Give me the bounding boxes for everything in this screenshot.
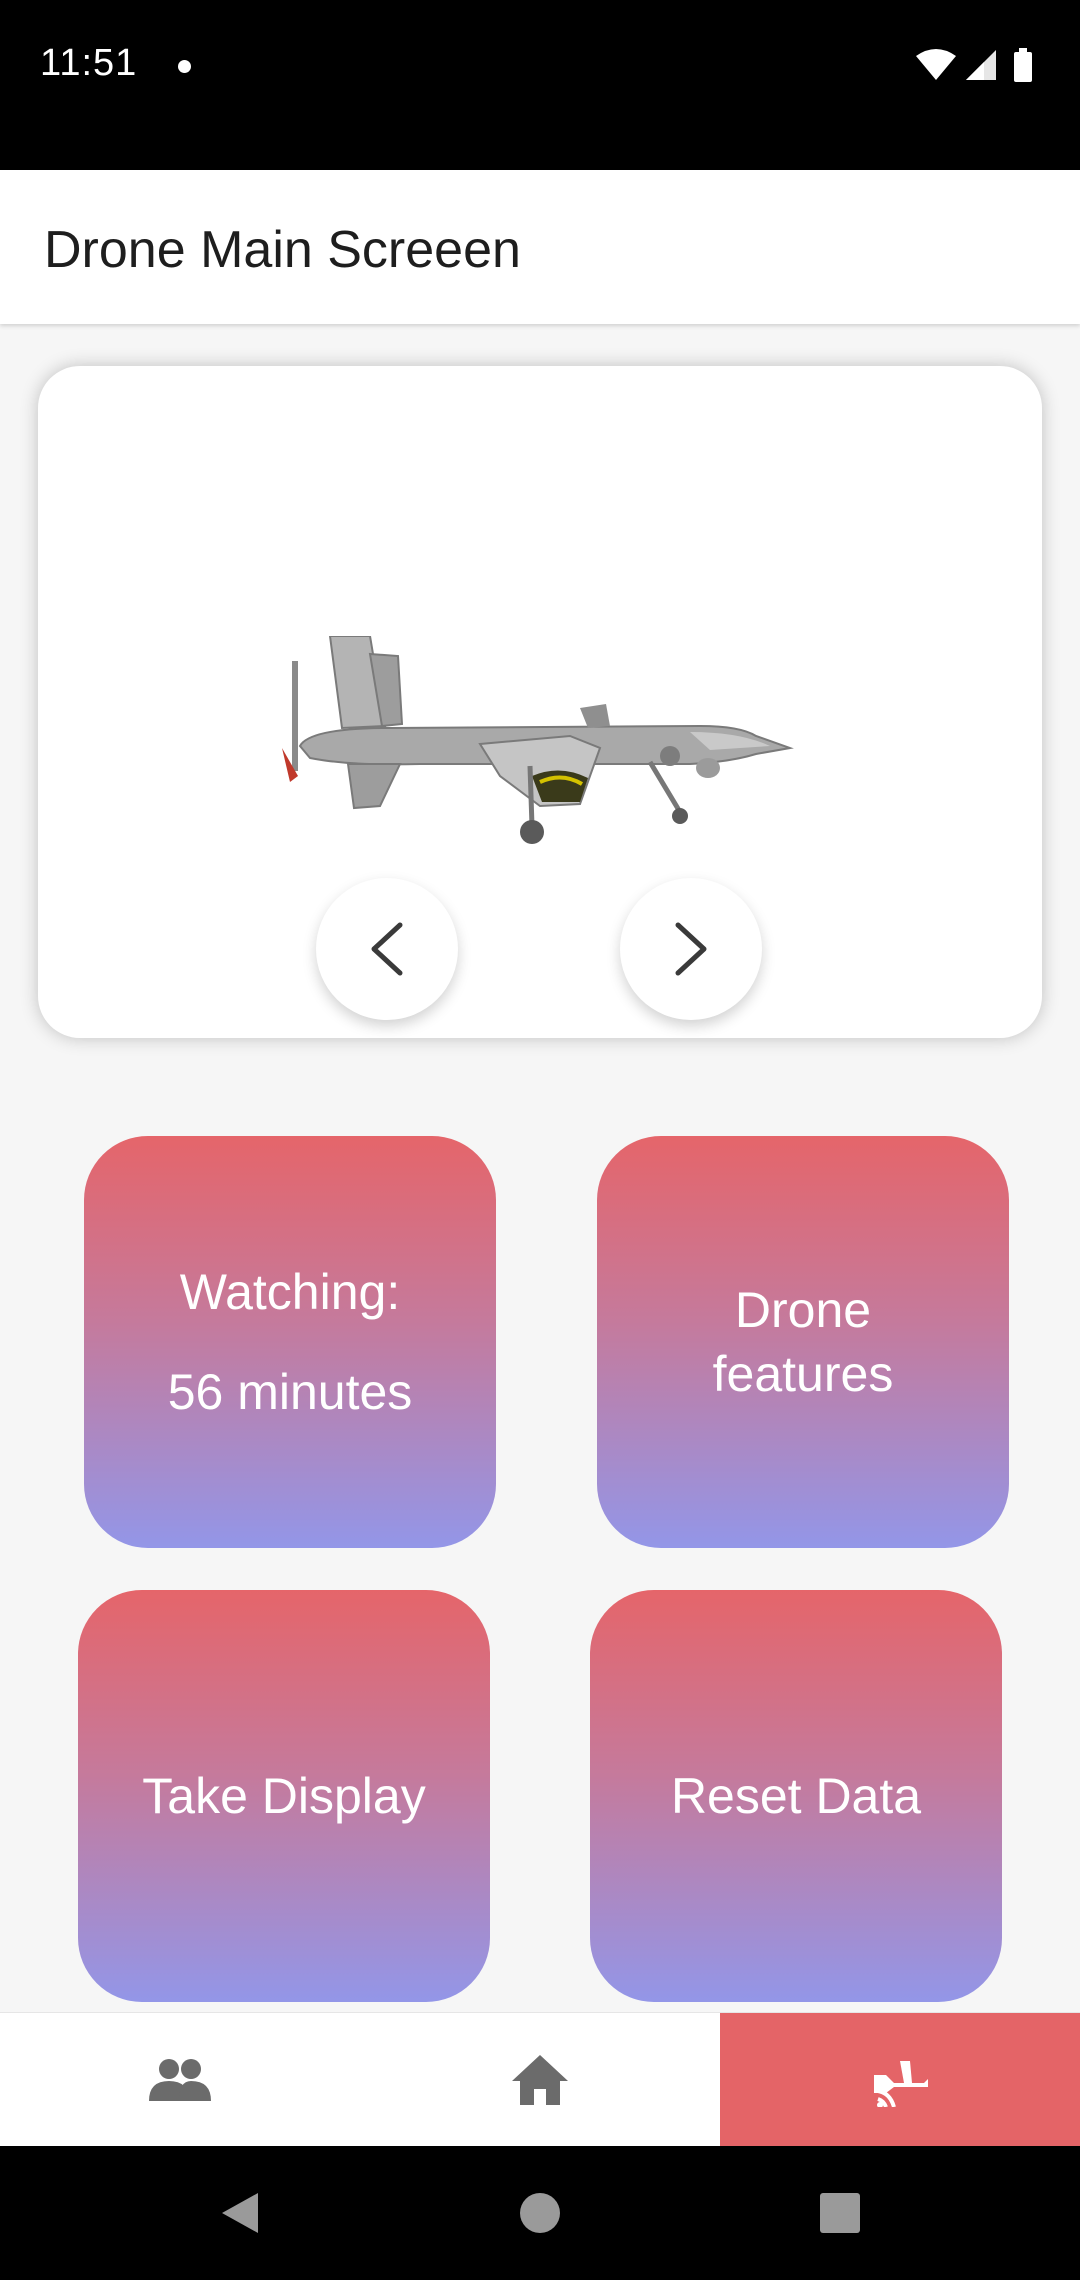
home-icon — [512, 2055, 568, 2105]
drone-image — [282, 636, 794, 844]
nav-item-people[interactable] — [0, 2013, 360, 2147]
system-navigation-bar — [0, 2146, 1080, 2280]
nav-item-drone[interactable] — [720, 2013, 1080, 2147]
chevron-right-icon — [675, 922, 707, 976]
next-drone-button[interactable] — [620, 878, 762, 1020]
system-back-button[interactable] — [180, 2146, 300, 2280]
status-time: 11:51 — [40, 42, 138, 84]
reset-data-button[interactable]: Reset Data — [590, 1590, 1002, 2002]
page-title: Drone Main Screeen — [44, 221, 521, 279]
watching-value: 56 minutes — [167, 1364, 413, 1420]
notification-dot-icon — [178, 60, 191, 73]
system-home-button[interactable] — [480, 2146, 600, 2280]
previous-drone-button[interactable] — [316, 878, 458, 1020]
people-icon — [149, 2059, 211, 2101]
drone-icon — [874, 2061, 928, 2107]
wifi-icon — [916, 49, 956, 80]
drone-features-button[interactable]: Drone features — [597, 1136, 1009, 1548]
status-icons — [916, 48, 1032, 82]
drone-features-label-line2: features — [712, 1346, 894, 1402]
status-bar: 11:51 — [0, 0, 1080, 170]
watching-time-tile[interactable]: Watching: 56 minutes — [84, 1136, 496, 1548]
reset-data-label: Reset Data — [670, 1768, 922, 1824]
chevron-left-icon — [371, 922, 403, 976]
recents-square-icon — [820, 2193, 860, 2233]
app-bar: Drone Main Screeen — [0, 170, 1080, 324]
watching-label: Watching: — [179, 1264, 401, 1320]
battery-icon — [1014, 52, 1032, 82]
home-circle-icon — [520, 2193, 560, 2233]
bottom-navigation — [0, 2012, 1080, 2147]
take-display-label: Take Display — [142, 1768, 426, 1824]
drone-carousel-card — [38, 366, 1042, 1038]
take-display-button[interactable]: Take Display — [78, 1590, 490, 2002]
drone-features-label-line1: Drone — [734, 1282, 872, 1338]
nav-item-home[interactable] — [360, 2013, 720, 2147]
back-triangle-icon — [222, 2193, 258, 2233]
system-recents-button[interactable] — [780, 2146, 900, 2280]
